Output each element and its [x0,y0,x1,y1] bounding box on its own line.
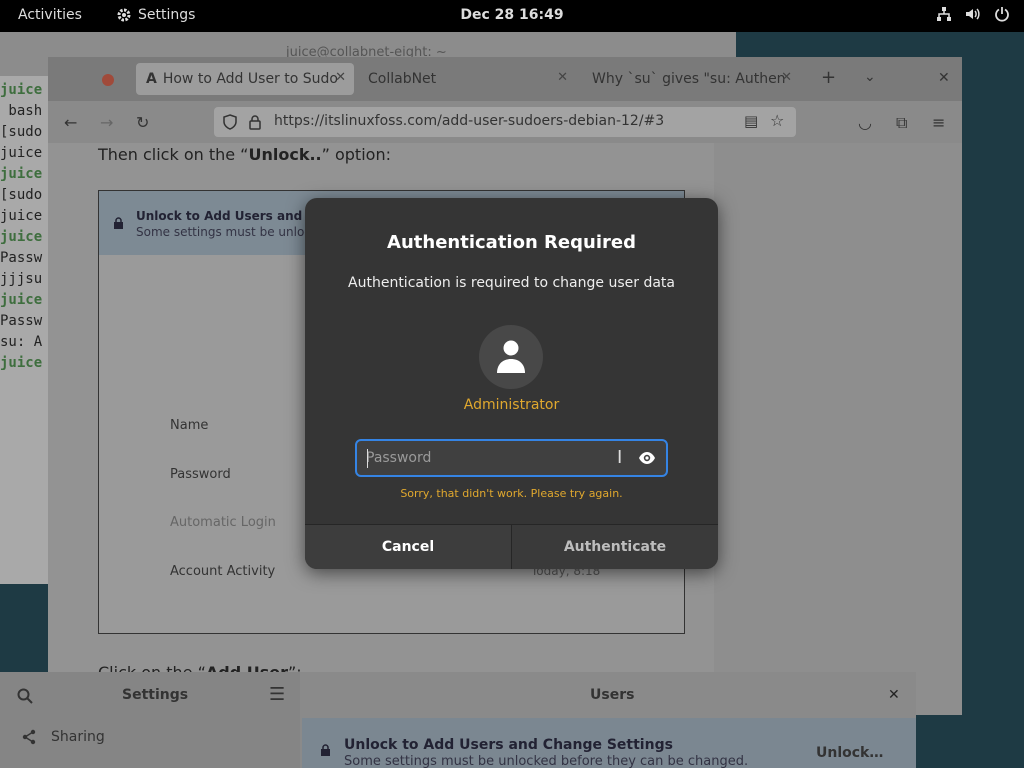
settings-title: Settings [122,687,189,703]
back-icon[interactable]: ← [64,113,77,132]
instruction-prefix: Then click on the “ [98,145,249,164]
password-input[interactable] [366,447,606,469]
url-bar[interactable]: https://itslinuxfoss.com/add-user-sudoer… [214,107,796,137]
terminal-line: juice [0,292,43,308]
site-favicon-icon: A [146,71,157,87]
figure-row-name: Name [170,418,209,433]
share-icon [22,729,36,745]
terminal-line: su: A [0,334,43,350]
instruction-suffix: ” option: [321,145,391,164]
close-tab-icon[interactable]: ✕ [557,70,568,85]
extensions-icon[interactable]: ⧉ [896,113,907,133]
settings-window[interactable]: Settings ☰ Sharing Users ✕ Unlock to Add… [0,672,916,768]
menu-icon[interactable]: ☰ [269,684,285,705]
authentication-dialog: Authentication Required Authentication i… [305,198,718,569]
instruction-bold: Unlock.. [248,145,322,164]
user-name: Administrator [463,397,560,413]
figure-banner-title: Unlock to Add Users and Cha [136,209,332,223]
close-window-icon[interactable]: ✕ [938,70,950,86]
users-banner-subtitle: Some settings must be unlocked before th… [344,754,749,768]
terminal-line: juice [0,229,43,245]
terminal-line: [sudo [0,124,43,140]
tab-how-to-add-user[interactable]: A How to Add User to Sudo ✕ [136,63,354,95]
top-bar: Activities Settings Dec 28 16:49 [0,0,1024,32]
figure-banner-subtitle: Some settings must be unlock [136,225,318,239]
chevron-down-icon[interactable]: ⌄ [864,69,876,85]
dialog-title: Authentication Required [387,232,636,253]
volume-icon [966,8,980,20]
firefox-view-icon[interactable] [100,72,116,88]
lock-icon [321,744,330,756]
terminal-line: juice [0,355,43,371]
clock[interactable]: Dec 28 16:49 [0,7,1024,23]
reload-icon[interactable]: ↻ [136,113,149,132]
lock-icon [249,115,261,130]
terminal-line: jjjsu [0,271,43,287]
new-tab-button[interactable]: + [821,67,836,88]
terminal-line: [sudo [0,187,43,203]
unlock-button[interactable]: Unlock… [816,745,883,761]
url-text: https://itslinuxfoss.com/add-user-sudoer… [274,113,665,129]
terminal-line: juice [0,208,43,224]
terminal-line: juice [0,82,43,98]
system-tray[interactable] [936,6,1010,22]
bookmark-star-icon[interactable]: ☆ [770,111,784,130]
instruction-text: Then click on the “Unlock..” option: [98,145,391,164]
users-banner-title: Unlock to Add Users and Change Settings [344,737,673,753]
cancel-button[interactable]: Cancel [305,525,512,569]
figure-row-account-activity: Account Activity [170,564,276,579]
tab-label: How to Add User to Sudo [162,71,338,87]
lock-icon [114,217,123,229]
close-tab-icon[interactable]: ✕ [781,70,792,85]
users-unlock-banner: Unlock to Add Users and Change Settings … [302,718,916,768]
close-icon[interactable]: ✕ [888,687,900,703]
authenticate-button[interactable]: Authenticate [512,525,718,569]
terminal-output: juice bash [sudo juice juice [sudo juice… [0,80,42,374]
text-caret [367,449,368,468]
figure-row-password: Password [170,467,231,482]
network-icon [937,7,951,21]
terminal-line: Passw [0,313,43,329]
terminal-line: juice [0,166,43,182]
tab-collabnet[interactable]: CollabNet ✕ [358,63,576,95]
user-avatar-icon [497,340,525,373]
terminal-line: Passw [0,250,43,266]
avatar [479,325,543,389]
password-field-container[interactable]: I [355,439,668,477]
dialog-message: Authentication is required to change use… [348,275,675,291]
navigation-bar: ← → ↻ https://itslinuxfoss.com/add-user-… [48,101,962,143]
ibeam-cursor-icon: I [617,447,623,468]
search-icon[interactable] [17,688,33,704]
figure-row-automatic-login: Automatic Login [170,515,276,530]
tab-bar: A How to Add User to Sudo ✕ CollabNet ✕ … [48,57,962,101]
users-panel-title: Users [590,687,635,703]
settings-sidebar: Settings ☰ Sharing [0,672,300,768]
shield-icon [223,114,237,130]
forward-icon[interactable]: → [100,113,113,132]
tab-why-su[interactable]: Why `su` gives "su: Authen ✕ [582,63,800,95]
pocket-icon[interactable]: ◡ [858,113,872,132]
error-message: Sorry, that didn't work. Please try agai… [400,487,623,500]
power-icon [995,7,1009,22]
hamburger-menu-icon[interactable]: ≡ [932,113,945,132]
reader-view-icon[interactable]: ▤ [744,112,758,130]
eye-icon[interactable] [638,449,656,467]
sidebar-item-label: Sharing [51,729,105,745]
tab-label: CollabNet [368,71,437,87]
terminal-line: bash [0,103,43,119]
terminal-line: juice [0,145,43,161]
dialog-button-row: Cancel Authenticate [305,524,718,569]
tab-label: Why `su` gives "su: Authen [592,71,786,87]
close-tab-icon[interactable]: ✕ [335,70,346,85]
